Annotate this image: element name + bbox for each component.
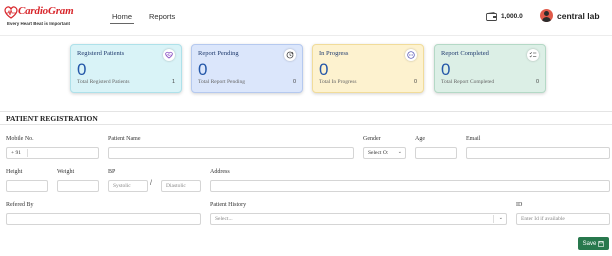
id-placeholder: Enter Id if available [521,216,565,222]
mobile-label: Mobile No. [6,136,34,142]
lab-name[interactable]: central lab [557,11,600,21]
clock-refresh-icon [284,49,296,61]
card-subtitle: Total In Progress [319,79,357,85]
registered-patients-card[interactable]: Registerd Patients 0 Total Registerd Pat… [70,44,182,93]
referred-by-input[interactable] [6,213,201,225]
card-subtitle: Total Report Completed [441,79,495,85]
weight-label: Weight [57,169,75,175]
patient-history-select[interactable]: Select... ⌄ [210,213,507,225]
top-navbar: CardioGram Every Heart Beat is Important… [0,0,612,36]
gender-selected-value: Select O: [368,150,389,156]
save-button-label: Save [582,240,597,247]
card-subtitle: Total Report Pending [198,79,245,85]
nav-reports-link[interactable]: Reports [149,12,175,21]
brand-logo[interactable]: CardioGram Every Heart Beat is Important [4,5,78,29]
mobile-input[interactable]: + 91 [6,147,99,159]
email-input[interactable] [466,147,610,159]
card-value: 0 [441,60,451,79]
select-divider [493,215,494,223]
email-label: Email [466,136,481,142]
card-value: 0 [198,60,208,79]
report-completed-card[interactable]: Report Completed 0 Total Report Complete… [434,44,546,93]
patient-name-input[interactable] [108,147,354,159]
card-title: In Progress [319,50,349,57]
patient-history-label: Patient History [210,202,247,208]
heart-monitor-icon [163,49,175,61]
wallet-icon[interactable] [486,12,497,21]
patient-name-label: Patient Name [108,136,141,142]
prefix-divider [27,149,28,157]
systolic-placeholder: Systolic [113,183,131,189]
height-input[interactable] [6,180,48,192]
height-label: Height [6,169,23,175]
bp-label: BP [108,169,116,175]
nav-home-link[interactable]: Home [112,12,132,21]
age-input[interactable] [415,147,457,159]
user-avatar[interactable] [540,9,553,22]
card-title: Report Pending [198,50,239,57]
chevron-down-icon: ⌄ [498,216,503,221]
chevron-down-icon: ⌄ [397,150,402,155]
address-label: Address [210,169,230,175]
weight-input[interactable] [57,180,99,192]
card-count: 0 [292,79,296,85]
card-title: Registerd Patients [77,50,125,57]
bp-systolic-input[interactable]: Systolic [108,180,148,192]
card-count: 0 [535,79,539,85]
card-title: Report Completed [441,50,489,57]
country-code-prefix: + 91 [11,150,21,156]
in-progress-card[interactable]: In Progress 0 Total In Progress 0 [312,44,424,93]
checklist-icon [527,49,539,61]
diastolic-placeholder: Diastolic [166,183,186,189]
brand-tagline: Every Heart Beat is Important [7,21,71,26]
card-subtitle: Total Registerd Patients [77,79,130,85]
id-input[interactable]: Enter Id if available [516,213,610,225]
age-label: Age [415,136,425,142]
referred-by-label: Refered By [6,202,34,208]
address-input[interactable] [210,180,610,192]
card-count: 1 [171,79,175,85]
more-dots-icon [405,49,417,61]
gender-select[interactable]: Select O: ⌄ [363,147,406,159]
floppy-disk-icon [598,240,605,247]
form-title: PATIENT REGISTRATION [6,114,98,123]
id-label: ID [516,202,523,208]
card-value: 0 [319,60,329,79]
card-count: 0 [413,79,417,85]
bp-diastolic-input[interactable]: Diastolic [161,180,201,192]
report-pending-card[interactable]: Report Pending 0 Total Report Pending 0 [191,44,303,93]
active-nav-underline [110,23,134,24]
form-header: PATIENT REGISTRATION [0,111,612,125]
wallet-balance: 1,000.0 [501,13,523,20]
bp-separator: / [150,180,152,187]
save-button[interactable]: Save [578,237,609,250]
brand-name: CardioGram [18,5,74,17]
patient-history-placeholder: Select... [215,216,233,222]
card-value: 0 [77,60,87,79]
gender-label: Gender [363,136,381,142]
